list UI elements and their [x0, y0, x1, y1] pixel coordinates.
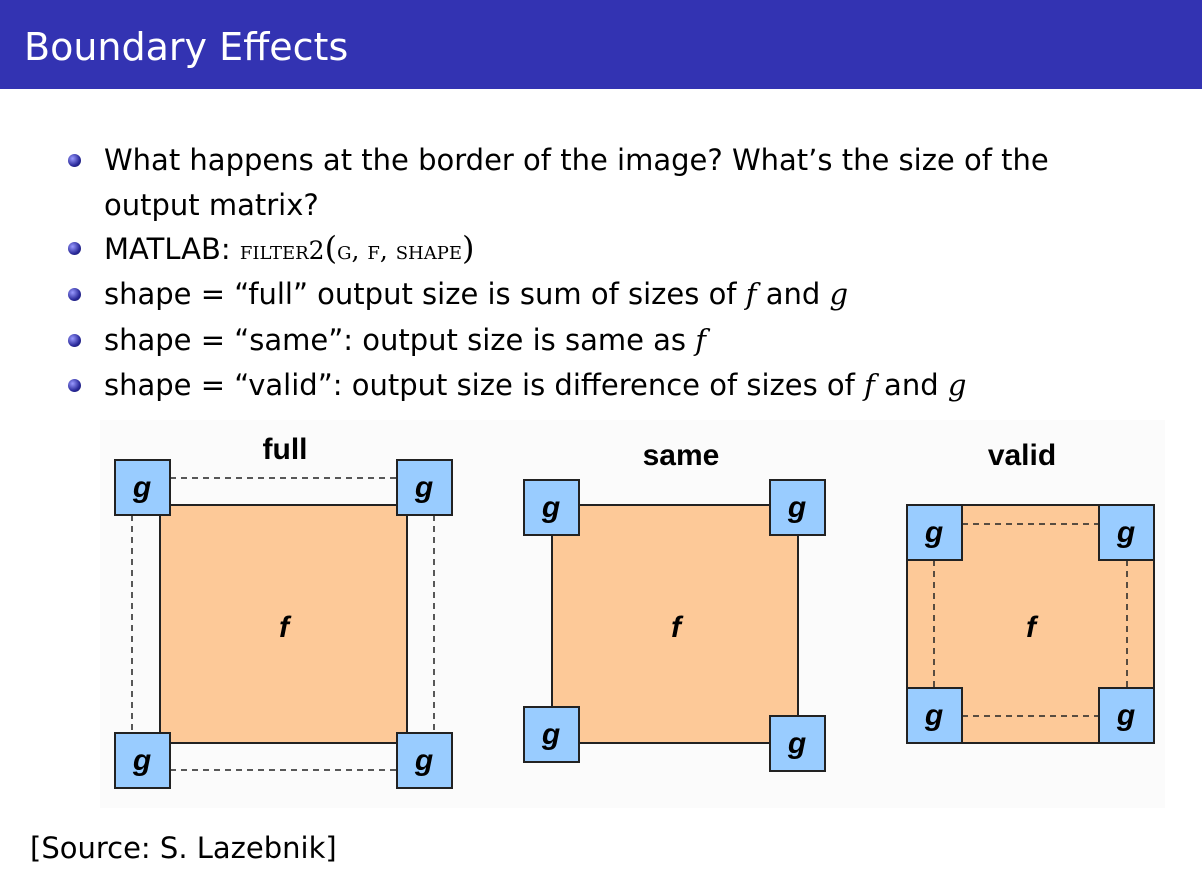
g-label: g [787, 727, 806, 760]
g-label: g [132, 744, 151, 777]
g-label: g [787, 491, 806, 524]
g-label: g [924, 699, 943, 732]
g-label: g [1116, 699, 1135, 732]
panel-title: full [263, 433, 308, 466]
boundary-diagram: full f g gg g same f g gg g valid f g gg g [100, 420, 1165, 808]
g-label: g [414, 744, 433, 777]
g-label: g [924, 516, 943, 549]
g-label: g [1116, 516, 1135, 549]
panel-title: valid [988, 439, 1056, 472]
g-label: g [132, 471, 151, 504]
panel-title: same [643, 439, 720, 472]
g-label: g [414, 471, 433, 504]
g-label: g [541, 491, 560, 524]
g-label: g [541, 718, 560, 751]
source-citation: [Source: S. Lazebnik] [30, 831, 337, 865]
